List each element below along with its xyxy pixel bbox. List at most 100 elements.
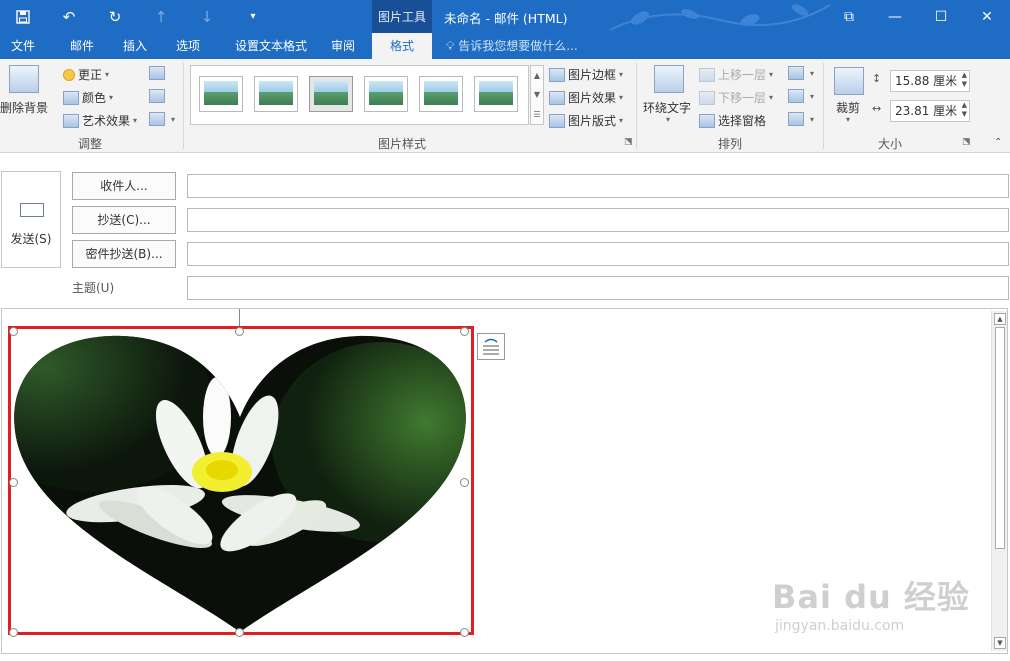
tab-file[interactable]: 文件 (0, 33, 46, 59)
scroll-up-icon[interactable]: ▲ (994, 313, 1006, 325)
send-envelope-icon (20, 203, 44, 217)
width-input[interactable]: 23.81 厘米 ▲ ▼ (890, 100, 970, 122)
tab-format-text[interactable]: 设置文本格式 (222, 33, 320, 59)
resize-handle[interactable] (9, 628, 18, 637)
resize-handle[interactable] (460, 628, 469, 637)
redo-icon[interactable]: ↻ (92, 0, 138, 33)
remove-background-button[interactable]: 删除背景 (0, 99, 48, 116)
color-button[interactable]: 颜色 ▾ (63, 89, 113, 106)
bring-forward-icon (699, 67, 715, 82)
resize-handle[interactable] (9, 478, 18, 487)
cc-field[interactable] (187, 208, 1009, 232)
subject-label: 主题(U) (72, 281, 115, 295)
send-backward-button[interactable]: 下移一层 ▾ (699, 89, 773, 106)
to-field[interactable] (187, 174, 1009, 198)
crop-button[interactable]: 裁剪 (836, 99, 860, 116)
picture-style-thumb[interactable] (199, 76, 243, 112)
save-icon[interactable] (0, 0, 46, 33)
tab-message[interactable]: 邮件 (58, 33, 106, 59)
spin-arrows-icon[interactable]: ▲ ▼ (962, 71, 967, 89)
picture-effects-button[interactable]: 图片效果 ▾ (549, 89, 623, 106)
group-objects-icon (788, 89, 804, 103)
picture-style-thumb[interactable] (364, 76, 408, 112)
scroll-down-icon[interactable]: ▼ (994, 637, 1006, 649)
window-controls: ⧉ — ☐ ✕ (826, 0, 1010, 33)
resize-handle[interactable] (9, 327, 18, 336)
move-up-icon[interactable]: ↑ (138, 0, 184, 33)
send-backward-label: 下移一层 (718, 91, 767, 105)
resize-handle[interactable] (460, 478, 469, 487)
sun-icon (63, 68, 75, 81)
artistic-effects-label: 艺术效果 (82, 114, 131, 128)
reset-picture-button[interactable]: ▾ (149, 112, 175, 126)
undo-icon[interactable]: ↶ (46, 0, 92, 33)
bcc-button[interactable]: 密件抄送(B)... (72, 240, 176, 268)
change-picture-button[interactable] (149, 89, 168, 103)
tab-review[interactable]: 审阅 (322, 33, 364, 59)
remove-background-icon (9, 65, 39, 93)
resize-handle[interactable] (460, 327, 469, 336)
width-icon: ↔ (872, 102, 882, 115)
picture-style-thumb[interactable] (474, 76, 518, 112)
collapse-ribbon-icon[interactable]: ⌃ (994, 137, 1002, 148)
dialog-launcher-icon[interactable]: ⬔ (624, 137, 633, 147)
compress-pictures-button[interactable] (149, 66, 168, 80)
ribbon-tabs: 文件 邮件 插入 选项 设置文本格式 审阅 格式 💡︎ 告诉我您想要做什么... (0, 33, 1010, 59)
tab-format[interactable]: 格式 (372, 33, 432, 59)
group-arrange-label: 排列 (718, 137, 743, 151)
gallery-more-icon[interactable]: ☰ (533, 110, 540, 119)
restore-ribbon-icon[interactable]: ⧉ (826, 0, 872, 33)
change-picture-icon (149, 89, 165, 103)
send-label: 发送(S) (10, 232, 52, 246)
tab-insert[interactable]: 插入 (112, 33, 158, 59)
resize-handle[interactable] (235, 327, 244, 336)
chevron-down-icon: ▾ (846, 115, 851, 124)
corrections-button[interactable]: 更正 ▾ (63, 66, 109, 83)
maximize-icon[interactable]: ☐ (918, 0, 964, 33)
customize-qat-icon[interactable]: ▾ (230, 0, 276, 33)
layout-options-button[interactable] (477, 333, 505, 360)
cc-button[interactable]: 抄送(C)... (72, 206, 176, 234)
subject-field[interactable] (187, 276, 1009, 300)
window-title: 未命名 - 邮件 (HTML) (444, 11, 568, 26)
move-down-icon[interactable]: ↓ (184, 0, 230, 33)
minimize-icon[interactable]: — (872, 0, 918, 33)
tell-me-box[interactable]: 💡︎ 告诉我您想要做什么... (446, 33, 578, 59)
dialog-launcher-icon[interactable]: ⬔ (962, 137, 971, 147)
resize-handle[interactable] (235, 628, 244, 637)
to-button[interactable]: 收件人... (72, 172, 176, 200)
wrap-text-icon (654, 65, 684, 93)
close-icon[interactable]: ✕ (964, 0, 1010, 33)
height-value: 15.88 厘米 (895, 74, 958, 88)
group-adjust-label: 调整 (78, 137, 103, 151)
crop-icon (834, 67, 864, 95)
chevron-down-icon[interactable]: ▼ (534, 90, 540, 99)
picture-selection-frame (8, 326, 474, 635)
picture-style-thumb[interactable] (309, 76, 353, 112)
rotate-button[interactable]: ▾ (788, 112, 814, 126)
bcc-field[interactable] (187, 242, 1009, 266)
picture-style-thumb[interactable] (254, 76, 298, 112)
group-separator (823, 63, 824, 149)
wrap-text-button[interactable]: 环绕文字 (643, 99, 691, 116)
vertical-scrollbar[interactable]: ▲ ▼ (991, 311, 1007, 651)
group-separator (183, 63, 184, 149)
gallery-scroll[interactable]: ▲ ▼ ☰ (530, 65, 544, 125)
tab-options[interactable]: 选项 (164, 33, 212, 59)
picture-style-thumb[interactable] (419, 76, 463, 112)
tell-me-text: 告诉我您想要做什么... (458, 39, 578, 53)
scrollbar-thumb[interactable] (995, 327, 1005, 549)
bring-forward-button[interactable]: 上移一层 ▾ (699, 66, 773, 83)
height-input[interactable]: 15.88 厘米 ▲ ▼ (890, 70, 970, 92)
group-objects-button[interactable]: ▾ (788, 89, 814, 103)
send-button[interactable]: 发送(S) (1, 171, 61, 268)
picture-layout-button[interactable]: 图片版式 ▾ (549, 112, 623, 129)
picture-border-button[interactable]: 图片边框 ▾ (549, 66, 623, 83)
chevron-up-icon[interactable]: ▲ (534, 71, 540, 80)
artistic-effects-button[interactable]: 艺术效果 ▾ (63, 112, 137, 129)
align-button[interactable]: ▾ (788, 66, 814, 80)
selection-pane-button[interactable]: 选择窗格 (699, 112, 766, 129)
width-value: 23.81 厘米 (895, 104, 958, 118)
spin-arrows-icon[interactable]: ▲ ▼ (962, 101, 967, 119)
picture-border-label: 图片边框 (568, 68, 617, 82)
